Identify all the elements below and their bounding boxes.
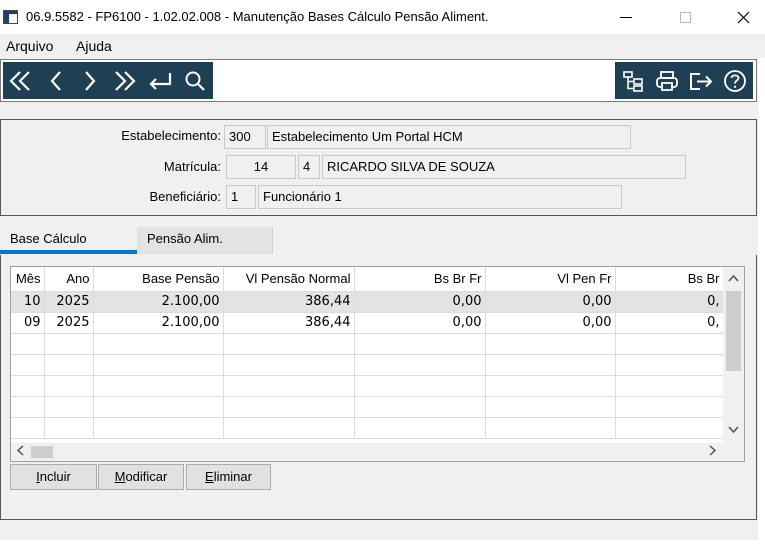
column-header[interactable]: Base Pensão — [93, 267, 224, 292]
grid-header-row: Mês Ano Base Pensão Vl Pensão Normal Bs … — [11, 267, 724, 292]
goto-icon — [149, 72, 172, 90]
grid-cell: 0, — [615, 312, 724, 334]
first-record-button[interactable] — [5, 62, 37, 99]
matricula-label: Matrícula: — [163, 159, 221, 174]
eliminar-button[interactable]: Eliminar — [186, 464, 271, 490]
beneficiario-name-field[interactable]: Funcionário 1 — [258, 185, 622, 209]
incluir-label: ncluir — [39, 469, 71, 484]
empty-row — [11, 333, 724, 355]
beneficiario-label: Beneficiário: — [149, 189, 221, 204]
modificar-mnemonic: M — [114, 469, 126, 484]
last-record-button[interactable] — [107, 62, 141, 99]
horizontal-scroll-thumb[interactable] — [31, 446, 53, 458]
grid-cell: 2025 — [44, 312, 94, 334]
grid-cell: 10 — [11, 291, 45, 313]
tree-button[interactable] — [617, 62, 649, 99]
grid-cell: 0,00 — [354, 291, 486, 313]
column-header[interactable]: Mês — [11, 267, 45, 292]
next-record-icon — [85, 70, 96, 91]
column-header[interactable]: Bs Br Fr — [354, 267, 486, 292]
estabelecimento-name-field[interactable]: Estabelecimento Um Portal HCM — [267, 125, 631, 149]
grid-cell: 2.100,00 — [93, 291, 224, 313]
scroll-right-icon[interactable] — [709, 445, 717, 460]
incluir-button[interactable]: Incluir — [10, 464, 97, 490]
help-icon — [724, 69, 746, 92]
grid-cell: 2.100,00 — [93, 312, 224, 334]
next-record-button[interactable] — [75, 62, 105, 99]
grid-cell: 386,44 — [223, 291, 355, 313]
empty-row — [11, 375, 724, 397]
table-row[interactable]: 10 2025 2.100,00 386,44 0,00 0,00 0, — [11, 291, 724, 313]
modificar-label: odificar — [125, 469, 168, 484]
maximize-icon — [679, 11, 691, 23]
empty-row — [11, 396, 724, 418]
grid-cell: 386,44 — [223, 312, 355, 334]
first-record-icon — [9, 70, 30, 91]
modificar-button[interactable]: Modificar — [98, 464, 184, 490]
title-bar: 06.9.5582 - FP6100 - 1.02.02.008 - Manut… — [0, 0, 765, 34]
estabelecimento-code-field[interactable]: 300 — [224, 125, 266, 149]
previous-record-icon — [50, 70, 61, 91]
eliminar-mnemonic: E — [205, 469, 214, 484]
grid-cell: 0, — [615, 291, 724, 313]
app-icon — [3, 10, 18, 24]
empty-row — [11, 354, 724, 376]
column-header[interactable]: Ano — [44, 267, 94, 292]
menu-ajuda[interactable]: Ajuda — [76, 38, 112, 54]
estabelecimento-label: Estabelecimento: — [121, 128, 221, 143]
close-icon — [737, 11, 749, 23]
column-header[interactable]: Vl Pensão Normal — [223, 267, 355, 292]
window-edge — [758, 58, 765, 540]
vertical-scroll-thumb[interactable] — [726, 291, 741, 371]
grid-cell: 0,00 — [485, 312, 616, 334]
window-bottom-edge — [0, 540, 765, 547]
goto-button[interactable] — [143, 62, 177, 99]
menu-arquivo[interactable]: Arquivo — [6, 38, 53, 54]
minimize-icon — [620, 16, 632, 18]
scroll-down-icon[interactable] — [728, 424, 739, 438]
scroll-left-icon[interactable] — [16, 445, 24, 460]
window-title: 06.9.5582 - FP6100 - 1.02.02.008 - Manut… — [26, 9, 489, 24]
menu-bar: Arquivo Ajuda — [0, 34, 765, 58]
exit-icon — [690, 72, 713, 90]
minimize-button[interactable] — [603, 4, 649, 30]
search-icon — [185, 71, 205, 91]
grid-cell: 0,00 — [485, 291, 616, 313]
matricula-digit-field[interactable]: 4 — [298, 155, 320, 179]
actions-toolbar — [615, 62, 753, 99]
scroll-up-icon[interactable] — [728, 272, 739, 286]
print-button[interactable] — [651, 62, 683, 99]
vertical-scrollbar[interactable] — [723, 267, 744, 443]
active-tab-indicator — [0, 250, 137, 254]
tab-pensao-alim[interactable]: Pensão Alim. — [137, 227, 273, 254]
column-header[interactable]: Bs Br — [615, 267, 724, 292]
maximize-button[interactable] — [662, 4, 708, 30]
grid-cell: 09 — [11, 312, 45, 334]
empty-row — [11, 417, 724, 439]
matricula-number-field[interactable]: 14 — [226, 155, 296, 179]
help-button[interactable] — [719, 62, 751, 99]
search-button[interactable] — [179, 62, 211, 99]
close-button[interactable] — [720, 4, 765, 30]
matricula-name-field[interactable]: RICARDO SILVA DE SOUZA — [322, 155, 686, 179]
last-record-icon — [115, 70, 136, 91]
grid-cell: 0,00 — [354, 312, 486, 334]
previous-record-button[interactable] — [41, 62, 71, 99]
exit-button[interactable] — [685, 62, 717, 99]
print-icon — [656, 70, 678, 91]
data-grid[interactable]: Mês Ano Base Pensão Vl Pensão Normal Bs … — [10, 266, 745, 462]
grid-table: Mês Ano Base Pensão Vl Pensão Normal Bs … — [11, 267, 724, 439]
table-row[interactable]: 09 2025 2.100,00 386,44 0,00 0,00 0, — [11, 312, 724, 334]
horizontal-scrollbar[interactable] — [11, 443, 744, 461]
tree-icon — [623, 70, 643, 92]
beneficiario-code-field[interactable]: 1 — [226, 185, 256, 209]
eliminar-label: liminar — [213, 469, 252, 484]
navigation-toolbar — [3, 62, 213, 99]
grid-cell: 2025 — [44, 291, 94, 313]
column-header[interactable]: Vl Pen Fr — [485, 267, 616, 292]
